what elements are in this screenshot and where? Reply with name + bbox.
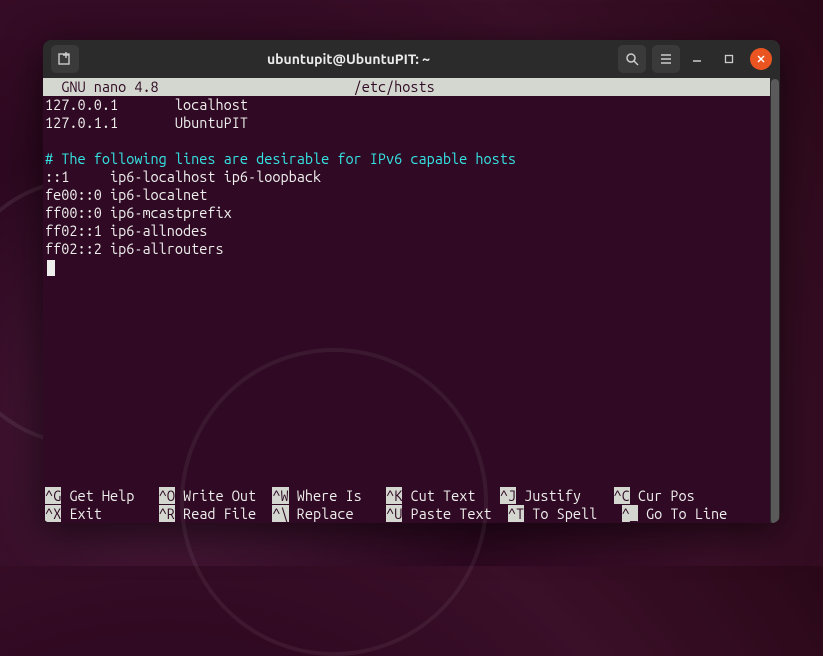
shortcut-label: To Spell [524, 505, 621, 522]
file-line[interactable]: ::1 ip6-localhost ip6-loopback [43, 168, 770, 186]
shortcut-row-1: ^G Get Help ^O Write Out ^W Where Is ^K … [43, 487, 770, 505]
shortcut-key: ^G [45, 487, 61, 504]
shortcut-label: Exit [61, 505, 158, 522]
scrollbar[interactable] [770, 78, 780, 523]
window-title: ubuntupit@UbuntuPIT: ~ [85, 51, 612, 67]
cursor-line [43, 258, 770, 276]
nano-footer: ^G Get Help ^O Write Out ^W Where Is ^K … [43, 487, 770, 523]
nano-filename: /etc/hosts [354, 78, 435, 95]
shortcut-label: Where Is [289, 487, 386, 504]
new-tab-button[interactable] [51, 45, 79, 73]
shortcut-key: ^C [614, 487, 630, 504]
shortcut-label: Replace [289, 505, 386, 522]
file-line[interactable]: # The following lines are desirable for … [43, 150, 770, 168]
scrollbar-thumb[interactable] [771, 79, 779, 523]
shortcut-label: Paste Text [402, 505, 508, 522]
shortcut-label: Cut Text [402, 487, 499, 504]
titlebar: ubuntupit@UbuntuPIT: ~ [43, 40, 780, 78]
shortcut-label: Cur Pos [630, 487, 727, 504]
terminal-body[interactable]: GNU nano 4.8 /etc/hosts 127.0.0.1 localh… [43, 78, 780, 523]
shortcut-key: ^W [272, 487, 288, 504]
file-line[interactable]: ff02::2 ip6-allrouters [43, 240, 770, 258]
file-line[interactable]: 127.0.0.1 localhost [43, 96, 770, 114]
nano-version: GNU nano 4.8 [45, 78, 159, 95]
shortcut-label: Read File [175, 505, 272, 522]
shortcut-key: ^J [500, 487, 516, 504]
shortcut-key: ^O [159, 487, 175, 504]
close-button[interactable] [750, 48, 772, 70]
shortcut-label: Write Out [175, 487, 272, 504]
shortcut-row-2: ^X Exit ^R Read File ^\ Replace ^U Paste… [43, 505, 770, 523]
shortcut-key: ^T [508, 505, 524, 522]
menu-button[interactable] [652, 45, 680, 73]
file-line[interactable]: ff00::0 ip6-mcastprefix [43, 204, 770, 222]
editor-content[interactable]: GNU nano 4.8 /etc/hosts 127.0.0.1 localh… [43, 78, 770, 523]
search-button[interactable] [618, 45, 646, 73]
file-lines[interactable]: 127.0.0.1 localhost127.0.1.1 UbuntuPIT #… [43, 96, 770, 258]
file-line[interactable]: fe00::0 ip6-localnet [43, 186, 770, 204]
shortcut-label: Get Help [61, 487, 158, 504]
terminal-window: ubuntupit@UbuntuPIT: ~ GNU nano 4.8 /etc… [43, 40, 780, 523]
shortcut-key: ^_ [622, 505, 638, 522]
shortcut-label: Justify [516, 487, 613, 504]
shortcut-key: ^K [386, 487, 402, 504]
shortcut-key: ^R [159, 505, 175, 522]
file-line[interactable]: 127.0.1.1 UbuntuPIT [43, 114, 770, 132]
shortcut-key: ^U [386, 505, 402, 522]
minimize-button[interactable] [686, 48, 708, 70]
shortcut-key: ^X [45, 505, 61, 522]
file-line[interactable]: ff02::1 ip6-allnodes [43, 222, 770, 240]
file-line[interactable] [43, 132, 770, 150]
maximize-button[interactable] [718, 48, 740, 70]
nano-header: GNU nano 4.8 /etc/hosts [43, 78, 770, 96]
shortcut-key: ^\ [272, 505, 288, 522]
cursor-icon [47, 260, 55, 276]
shortcut-label: Go To Line [638, 505, 744, 522]
